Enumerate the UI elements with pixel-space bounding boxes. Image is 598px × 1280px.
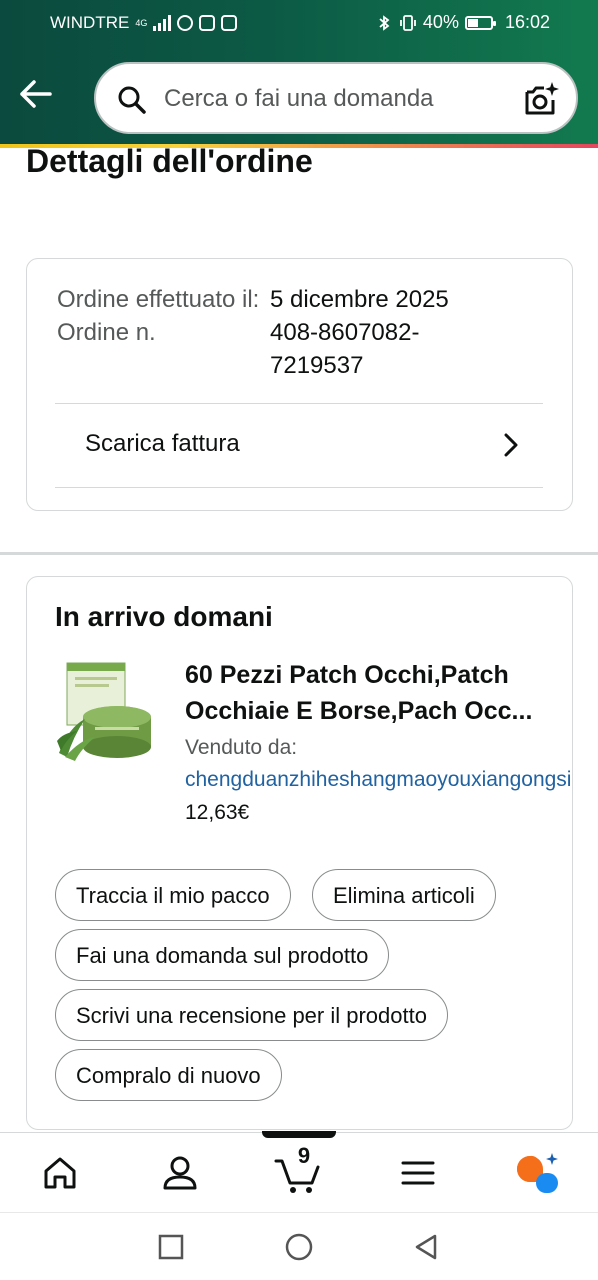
- system-back-icon[interactable]: [410, 1231, 442, 1263]
- signal-icon: [153, 15, 172, 31]
- download-invoice-row[interactable]: Scarica fattura: [55, 404, 543, 488]
- bottom-navigation: 9: [0, 1131, 598, 1212]
- chevron-right-icon: [504, 433, 518, 457]
- vibrate-icon: [400, 14, 416, 31]
- order-date-value: 5 dicembre 2025: [270, 286, 449, 313]
- network-type: 4G: [135, 17, 148, 28]
- status-right: 40% 16:02: [375, 12, 550, 33]
- product-title-link[interactable]: 60 Pezzi Patch Occhi,Patch Occhiaie E Bo…: [185, 657, 545, 729]
- order-labels: Ordine effettuato il: Ordine n.: [57, 283, 267, 349]
- status-left: WINDTRE 4G: [50, 13, 238, 33]
- hamburger-menu-icon: [401, 1161, 435, 1185]
- clock: 16:02: [504, 12, 550, 32]
- back-button[interactable]: [16, 76, 56, 112]
- instagram-icon-2: [221, 15, 238, 31]
- battery-icon: [464, 15, 496, 30]
- order-values: 5 dicembre 2025 408-8607082-7219537: [270, 283, 500, 382]
- search-icon[interactable]: [116, 84, 148, 116]
- product-price: 12,63€: [185, 801, 250, 824]
- seller-label: Venduto da:: [185, 736, 298, 759]
- product-image[interactable]: [55, 657, 155, 767]
- nav-menu[interactable]: [394, 1151, 442, 1195]
- status-bar: WINDTRE 4G 40% 16:02: [0, 0, 598, 48]
- rufus-assistant-icon: [517, 1153, 558, 1193]
- battery-percent: 40%: [422, 12, 459, 32]
- bluetooth-icon: [379, 14, 390, 31]
- delivery-status: In arrivo domani: [55, 601, 273, 632]
- buy-again-button[interactable]: Compralo di nuovo: [55, 1049, 282, 1101]
- recent-apps-icon[interactable]: [155, 1231, 187, 1263]
- camera-search-icon[interactable]: [522, 80, 560, 118]
- back-arrow-icon: [20, 80, 52, 108]
- order-number-label: Ordine n.: [57, 319, 156, 346]
- divider: [55, 487, 543, 488]
- nav-cart[interactable]: 9: [274, 1143, 322, 1195]
- nav-assistant[interactable]: [512, 1151, 560, 1195]
- track-package-button[interactable]: Traccia il mio pacco: [55, 869, 291, 921]
- ask-product-question-button[interactable]: Fai una domanda sul prodotto: [55, 929, 390, 981]
- system-navigation-bar: [0, 1212, 598, 1280]
- nav-home[interactable]: [36, 1151, 84, 1195]
- seller-link[interactable]: chengduanzhiheshangmaoyouxiangongsi: [185, 763, 575, 797]
- carrier-name: WINDTRE: [50, 13, 130, 32]
- cart-count-badge: 9: [297, 1143, 311, 1168]
- order-summary-card: Ordine effettuato il: Ordine n. 5 dicemb…: [26, 258, 573, 511]
- app-header: WINDTRE 4G 40% 16:02: [0, 0, 598, 148]
- order-date-label: Ordine effettuato il:: [57, 286, 260, 313]
- search-bar[interactable]: [94, 62, 578, 134]
- search-input[interactable]: [164, 81, 504, 117]
- instagram-icon: [199, 15, 216, 31]
- section-separator: [0, 552, 598, 555]
- delete-items-button[interactable]: Elimina articoli: [312, 869, 496, 921]
- download-invoice-label: Scarica fattura: [85, 430, 240, 457]
- nav-account[interactable]: [156, 1151, 204, 1195]
- active-tab-indicator: [262, 1131, 336, 1138]
- order-number-value: 408-8607082-7219537: [270, 319, 420, 379]
- write-review-button[interactable]: Scrivi una recensione per il prodotto: [55, 989, 448, 1041]
- product-info: 60 Pezzi Patch Occhi,Patch Occhiaie E Bo…: [185, 657, 598, 829]
- page-title: Dettagli dell'ordine: [26, 143, 313, 179]
- home-icon: [44, 1157, 76, 1189]
- home-circle-icon[interactable]: [283, 1231, 315, 1263]
- account-icon: [163, 1156, 197, 1190]
- shipment-card: In arrivo domani 60 Pezzi Patch Occhi,Pa…: [26, 576, 573, 1130]
- whatsapp-icon: [177, 15, 194, 31]
